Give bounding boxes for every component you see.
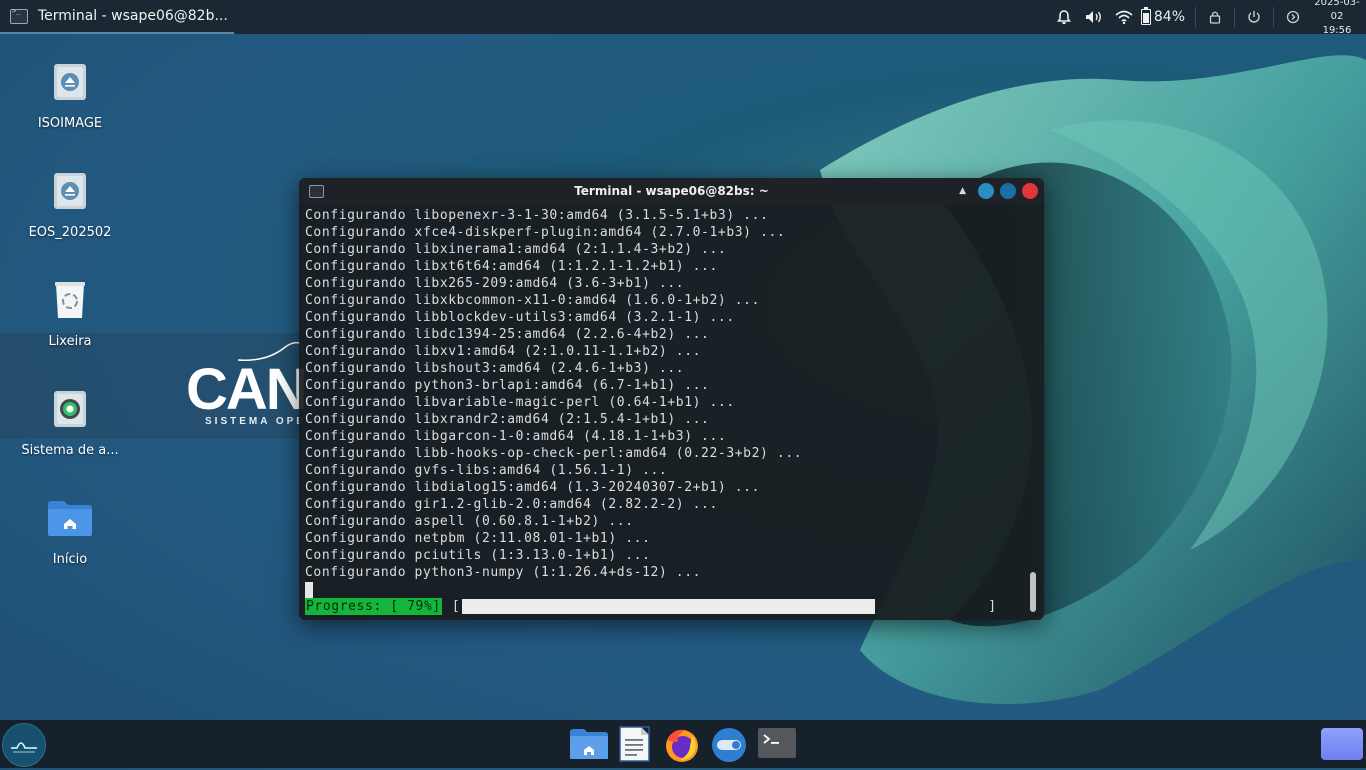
desktop-icon-trash[interactable]: Lixeira — [15, 280, 125, 349]
desktop-icon-isoimage[interactable]: ISOIMAGE — [15, 62, 125, 131]
terminal-line: Configurando libvariable-magic-perl (0.6… — [305, 395, 735, 410]
progress-track — [462, 599, 984, 614]
terminal-line: Configurando libxkbcommon-x11-0:amd64 (1… — [305, 293, 761, 308]
system-update-icon — [52, 389, 88, 429]
terminal-line: Configurando libdialog15:amd64 (1.3-2024… — [305, 480, 761, 495]
desktop-icon-system-update[interactable]: Sistema de a... — [15, 389, 125, 458]
close-button[interactable] — [1022, 183, 1038, 199]
volume-icon[interactable] — [1079, 0, 1109, 34]
clock[interactable]: 2025-03-02 19:56 — [1308, 0, 1366, 38]
power-icon[interactable] — [1239, 0, 1269, 34]
terminal-title: Terminal - wsape06@82bs: ~ — [574, 184, 769, 198]
progress-label: Progress: [ 79%] — [305, 598, 442, 615]
terminal-line: Configurando libb-hooks-op-check-perl:am… — [305, 446, 803, 461]
maximize-button[interactable] — [1000, 183, 1016, 199]
desktop-icon-eos[interactable]: EOS_202502 — [15, 171, 125, 240]
tray-separator — [1195, 7, 1196, 27]
wifi-icon[interactable] — [1109, 0, 1139, 34]
dock-text-editor[interactable] — [617, 726, 655, 762]
top-panel: Terminal - wsape06@82b... 84% 2025-03-02 — [0, 0, 1366, 36]
firefox-icon — [666, 729, 698, 762]
progress-close-bracket: ] — [988, 599, 997, 614]
terminal-line: Configurando python3-brlapi:amd64 (6.7-1… — [305, 378, 710, 393]
terminal-line: Configurando libx265-209:amd64 (3.6-3+b1… — [305, 276, 685, 291]
terminal-line: Configurando gir1.2-glib-2.0:amd64 (2.82… — [305, 497, 718, 512]
terminal-icon — [758, 728, 796, 758]
terminal-line: Configurando libgarcon-1-0:amd64 (4.18.1… — [305, 429, 727, 444]
tray-separator — [1234, 7, 1235, 27]
taskbar-window-button[interactable]: Terminal - wsape06@82b... — [0, 0, 234, 34]
terminal-line: Configurando pciutils (1:3.13.0-1+b1) ..… — [305, 548, 651, 563]
text-editor-icon — [619, 726, 650, 762]
terminal-lines: Configurando libopenexr-3-1-30:amd64 (3.… — [305, 207, 1023, 581]
trash-icon — [52, 280, 88, 320]
dock-settings[interactable] — [709, 726, 747, 762]
eject-drive-icon — [52, 62, 88, 102]
desktop-icon-label: EOS_202502 — [28, 225, 112, 240]
desktop-icon-label: Lixeira — [48, 334, 92, 349]
clock-date: 2025-03-02 — [1314, 0, 1360, 22]
file-manager-icon — [570, 729, 608, 759]
home-folder-icon — [48, 498, 92, 538]
terminal-line: Configurando libxt6t64:amd64 (1:1.2.1-1.… — [305, 259, 718, 274]
apt-progress-bar: Progress: [ 79%] [ ] — [305, 598, 1023, 615]
notification-bell-icon[interactable] — [1049, 0, 1079, 34]
terminal-titlebar[interactable]: Terminal - wsape06@82bs: ~ ▲ — [299, 178, 1044, 204]
terminal-scrollbar[interactable] — [1030, 572, 1036, 612]
terminal-line: Configurando libopenexr-3-1-30:amd64 (3.… — [305, 208, 769, 223]
terminal-line: Configurando aspell (0.60.8.1-1+b2) ... — [305, 514, 634, 529]
terminal-line: Configurando xfce4-diskperf-plugin:amd64… — [305, 225, 786, 240]
session-next-icon[interactable] — [1278, 0, 1308, 34]
wallpaper-logo-text: CAN — [186, 357, 308, 422]
battery-indicator[interactable]: 84% — [1139, 7, 1191, 25]
progress-fill — [462, 599, 875, 614]
logo-swoosh-icon — [237, 341, 303, 361]
dock-firefox[interactable] — [662, 726, 700, 762]
terminal-line: Configurando python3-numpy (1:1.26.4+ds-… — [305, 565, 702, 580]
terminal-line: Configurando libblockdev-utils3:amd64 (3… — [305, 310, 735, 325]
app-menu-button[interactable] — [2, 723, 46, 767]
wallpaper-logo-subtitle: SISTEMA OPE — [205, 416, 306, 427]
terminal-cursor — [305, 582, 313, 598]
desktop-icon-label: Início — [52, 552, 88, 567]
terminal-output[interactable]: Configurando libopenexr-3-1-30:amd64 (3.… — [305, 207, 1023, 617]
terminal-window-icon — [309, 185, 324, 198]
terminal-icon — [10, 7, 28, 24]
tray-separator — [1273, 7, 1274, 27]
progress-open-bracket: [ — [451, 599, 461, 614]
dock-workspace-folder-icon[interactable] — [1321, 728, 1363, 760]
terminal-window[interactable]: Terminal - wsape06@82bs: ~ ▲ Configurand… — [299, 178, 1044, 620]
taskbar-window-title: Terminal - wsape06@82b... — [38, 8, 228, 24]
system-tray: 84% 2025-03-02 19:56 — [1049, 0, 1366, 36]
desktop-icon-home[interactable]: Início — [15, 498, 125, 567]
terminal-line: Configurando netpbm (2:11.08.01-1+b1) ..… — [305, 531, 651, 546]
terminal-line: Configurando gvfs-libs:amd64 (1.56.1-1) … — [305, 463, 668, 478]
eject-drive-icon — [52, 171, 88, 211]
desktop-icon-label: Sistema de a... — [21, 443, 119, 458]
terminal-line: Configurando libxv1:amd64 (2:1.0.11-1.1+… — [305, 344, 702, 359]
window-menu-arrow-icon[interactable]: ▲ — [959, 186, 966, 196]
terminal-line: Configurando libdc1394-25:amd64 (2.2.6-4… — [305, 327, 710, 342]
dock-terminal[interactable] — [757, 726, 796, 762]
minimize-button[interactable] — [978, 183, 994, 199]
lock-icon[interactable] — [1200, 0, 1230, 34]
terminal-line: Configurando libshout3:amd64 (2.4.6-1+b3… — [305, 361, 685, 376]
terminal-line: Configurando libxrandr2:amd64 (2:1.5.4-1… — [305, 412, 710, 427]
battery-percent: 84% — [1153, 9, 1185, 25]
settings-toggle-icon — [712, 728, 746, 762]
desktop-icon-label: ISOIMAGE — [37, 116, 103, 131]
battery-icon — [1140, 7, 1151, 25]
clock-time: 19:56 — [1322, 25, 1352, 36]
terminal-line: Configurando libxinerama1:amd64 (2:1.1.4… — [305, 242, 727, 257]
window-controls: ▲ — [959, 183, 1038, 199]
app-menu-logo-icon — [11, 742, 37, 753]
dock-file-manager[interactable] — [568, 726, 608, 762]
